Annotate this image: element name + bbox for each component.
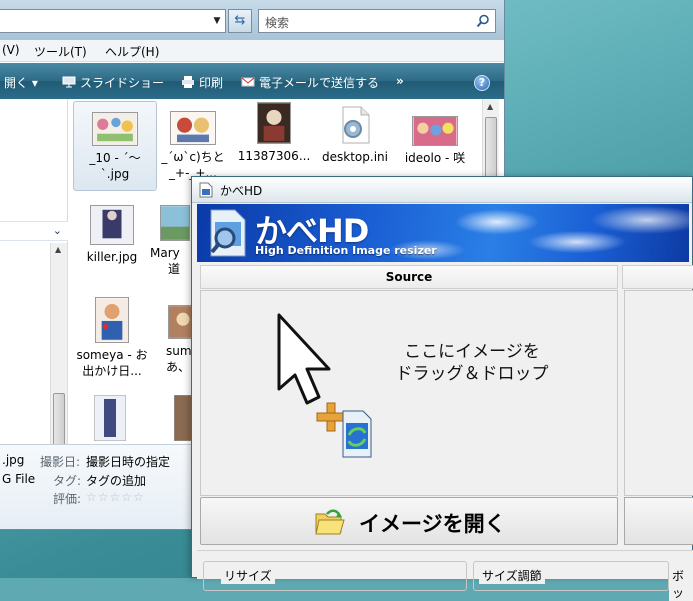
slideshow-icon <box>62 76 76 88</box>
help-icon[interactable]: ? <box>474 75 490 91</box>
scroll-up-icon[interactable]: ▲ <box>55 245 61 254</box>
command-toolbar: 開く ▾ スライドショー 印刷 電子メールで送信する » ? <box>0 63 504 99</box>
toolbar-print-button[interactable]: 印刷 <box>181 74 223 91</box>
right-group-label: ボッ <box>669 567 693 601</box>
file-item[interactable]: killer.jpg <box>70 205 154 265</box>
scroll-up-icon[interactable]: ▲ <box>487 102 493 111</box>
detail-tag-label: タグ: <box>53 474 82 488</box>
address-dropdown-icon[interactable]: ▼ <box>211 14 223 28</box>
kabehd-window: かべHD かべHD High Definition Image resizer … <box>191 176 693 601</box>
file-thumbnail <box>95 297 129 343</box>
folders-section-header[interactable]: ⌄ <box>0 221 68 241</box>
printer-icon <box>182 76 194 88</box>
file-thumbnail[interactable] <box>94 395 126 441</box>
settings-file-icon <box>335 105 375 145</box>
resize-group-label: リサイズ <box>221 567 275 584</box>
file-thumbnail <box>412 116 458 146</box>
explorer-address-area: ▼ ⇆ 検索 <box>0 0 504 40</box>
file-item[interactable]: sum あ、 <box>150 305 198 375</box>
detail-filetype: G File <box>2 472 36 486</box>
destination-column-header <box>622 265 693 289</box>
file-thumbnail <box>170 111 216 145</box>
navigation-pane: ⌄ ▲ ▼ <box>0 99 68 529</box>
file-item[interactable]: _10 - ´～ `.jpg <box>73 101 157 191</box>
refresh-button[interactable]: ⇆ <box>228 9 252 33</box>
detail-date-value[interactable]: 撮影日時の指定 <box>86 453 170 470</box>
app-banner: かべHD High Definition Image resizer <box>197 204 689 262</box>
open-image-label: イメージを開く <box>359 512 506 536</box>
open-image-button[interactable]: イメージを開く <box>200 497 618 545</box>
menu-view[interactable]: (V) <box>2 43 20 57</box>
file-thumbnail <box>90 205 134 245</box>
search-icon[interactable] <box>476 14 490 28</box>
address-bar[interactable]: ▼ <box>0 9 226 33</box>
options-area: リサイズ サイズ調節 ボッ <box>197 550 693 601</box>
rating-stars[interactable]: ☆☆☆☆☆ <box>86 490 145 504</box>
search-input[interactable]: 検索 <box>258 9 496 33</box>
file-thumbnail <box>160 205 190 241</box>
size-adjust-group-label: サイズ調節 <box>479 567 545 584</box>
toolbar-email-button[interactable]: 電子メールで送信する <box>241 74 379 91</box>
menu-help[interactable]: ヘルプ(H) <box>105 43 159 60</box>
drag-cursor-icon <box>277 313 372 458</box>
menu-bar: (V) ツール(T) ヘルプ(H) <box>0 40 504 62</box>
logo-subtitle: High Definition Image resizer <box>255 244 437 257</box>
detail-filename: .jpg <box>2 453 25 467</box>
secondary-action-button[interactable] <box>624 497 693 545</box>
toolbar-more-button[interactable]: » <box>396 74 404 88</box>
file-thumbnail <box>257 102 291 144</box>
kabehd-titlebar[interactable]: かべHD <box>192 177 692 203</box>
file-item[interactable]: ideolo - 咲 <box>393 116 477 166</box>
file-item[interactable]: desktop.ini <box>313 105 397 165</box>
file-item[interactable]: 11387306... <box>232 102 316 164</box>
toolbar-slideshow-button[interactable]: スライドショー <box>62 74 164 91</box>
file-thumbnail[interactable] <box>174 395 192 441</box>
image-drop-zone[interactable]: ここにイメージを ドラッグ＆ドロップ <box>200 290 618 496</box>
menu-tools[interactable]: ツール(T) <box>34 43 87 60</box>
drop-instructions: ここにイメージを ドラッグ＆ドロップ <box>395 342 549 384</box>
folder-open-icon <box>315 509 345 535</box>
detail-rating-label: 評価: <box>53 492 82 506</box>
email-icon <box>241 77 255 87</box>
file-item[interactable]: Mary 道 <box>150 205 194 277</box>
detail-date-label: 撮影日: <box>40 455 81 469</box>
app-icon <box>199 182 213 198</box>
source-column-header: Source <box>200 265 618 289</box>
file-thumbnail <box>92 112 138 146</box>
scroll-thumb[interactable] <box>485 117 497 182</box>
chevron-down-icon[interactable]: ⌄ <box>53 224 62 237</box>
file-item[interactable]: _´ω`c)ちと _+-_+... <box>151 111 235 181</box>
window-title: かべHD <box>220 184 263 198</box>
refresh-icon: ⇆ <box>234 13 246 28</box>
magnifier-document-icon <box>210 209 246 257</box>
file-item[interactable]: someya - お 出かけ日... <box>70 297 154 379</box>
toolbar-open-button[interactable]: 開く ▾ <box>4 74 38 91</box>
output-preview-area <box>624 290 693 496</box>
search-placeholder: 検索 <box>265 16 290 30</box>
detail-tag-value[interactable]: タグの追加 <box>86 472 146 489</box>
